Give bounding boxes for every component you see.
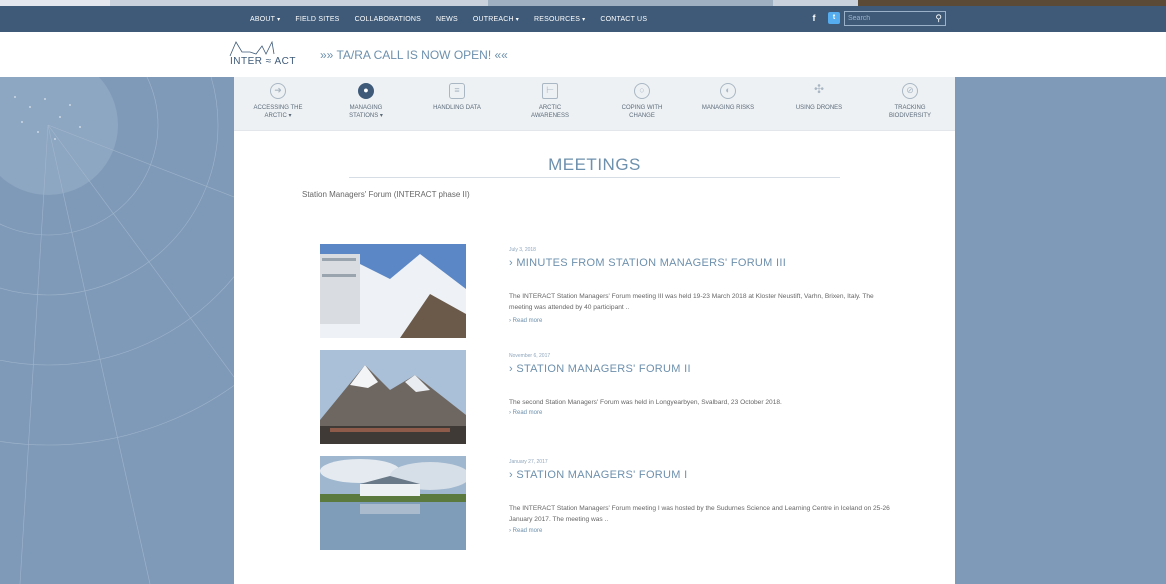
nav-item-field-sites[interactable]: FIELD SITES: [295, 16, 339, 23]
category-accessing-the-arctic[interactable]: ➜ ACCESSING THE ARCTIC ▾: [240, 83, 316, 120]
thermometer-icon: ○: [634, 83, 650, 99]
nav-item-about[interactable]: ABOUT ▾: [250, 16, 280, 23]
search-input[interactable]: [845, 12, 931, 25]
side-decoration-right: [955, 77, 1166, 584]
database-icon: ≡: [449, 83, 465, 99]
read-more-link[interactable]: › Read more: [509, 318, 542, 324]
category-handling-data[interactable]: ≡ HANDLING DATA: [419, 83, 495, 112]
category-label: MANAGING RISKS: [701, 105, 755, 111]
category-managing-stations[interactable]: ● MANAGING STATIONS ▾: [328, 83, 404, 120]
read-more-link[interactable]: › Read more: [509, 528, 542, 534]
signpost-icon: ⊢: [542, 83, 558, 99]
page-intro: Station Managers' Forum (INTERACT phase …: [302, 190, 470, 199]
nav-item-label: OUTREACH: [472, 15, 514, 23]
top-navigation: ABOUT ▾ FIELD SITES COLLABORATIONS NEWS O…: [0, 6, 1166, 32]
post-excerpt: The INTERACT Station Managers' Forum mee…: [509, 505, 890, 523]
nav-item-resources[interactable]: RESOURCES ▾: [534, 16, 585, 23]
category-label: MANAGING STATIONS ▾: [349, 105, 383, 119]
announcement-link[interactable]: »» TA/RA CALL IS NOW OPEN! ««: [320, 48, 508, 62]
post-date: January 27, 2017: [509, 459, 548, 465]
nav-menu: ABOUT ▾ FIELD SITES COLLABORATIONS NEWS O…: [250, 6, 647, 32]
twitter-icon[interactable]: t: [828, 12, 840, 24]
main-content: ➜ ACCESSING THE ARCTIC ▾ ● MANAGING STATIO…: [234, 77, 955, 584]
category-tracking-biodiversity[interactable]: ⊘ TRACKING BIODIVERSITY: [872, 83, 948, 120]
category-arctic-awareness[interactable]: ⊢ ARCTIC AWARENESS: [512, 83, 588, 120]
category-label: COPING WITH CHANGE: [621, 105, 663, 119]
facebook-icon[interactable]: f: [808, 12, 820, 24]
category-label: ARCTIC AWARENESS: [531, 105, 569, 119]
title-divider: [349, 177, 840, 178]
post-thumbnail[interactable]: [320, 350, 466, 444]
caret-down-icon: ▾: [582, 16, 586, 23]
post-date: November 6, 2017: [509, 353, 551, 359]
category-managing-risks[interactable]: ◐ MANAGING RISKS: [690, 83, 766, 112]
category-label: USING DRONES: [795, 105, 843, 111]
logo-text: INTER ≈ ACT: [230, 56, 296, 67]
post-title-link[interactable]: › STATION MANAGERS' FORUM II: [509, 363, 691, 375]
nav-item-outreach[interactable]: OUTREACH ▾: [473, 16, 519, 23]
arrow-circle-icon: ➜: [270, 83, 286, 99]
category-label: TRACKING BIODIVERSITY: [888, 105, 931, 119]
nav-item-label: ABOUT: [250, 15, 276, 23]
category-label: ACCESSING THE ARCTIC ▾: [253, 105, 303, 119]
search-box: ⚲: [844, 11, 946, 26]
site-header: INTER ≈ ACT »» TA/RA CALL IS NOW OPEN! «…: [0, 32, 1166, 77]
nav-item-label: RESOURCES: [533, 15, 581, 23]
read-more-link[interactable]: › Read more: [509, 410, 542, 416]
post-title-link[interactable]: › STATION MANAGERS' FORUM I: [509, 469, 687, 481]
category-coping-with-change[interactable]: ○ COPING WITH CHANGE: [604, 83, 680, 120]
post-excerpt: The INTERACT Station Managers' Forum mee…: [509, 293, 874, 311]
category-label: HANDLING DATA: [433, 105, 481, 111]
post-thumbnail[interactable]: [320, 244, 466, 338]
compass-icon: ⊘: [902, 83, 918, 99]
post-excerpt: The second Station Managers' Forum was h…: [509, 399, 782, 406]
category-using-drones[interactable]: ✣ USING DRONES: [781, 83, 857, 112]
side-decoration-left: [0, 77, 234, 584]
post-thumbnail[interactable]: [320, 456, 466, 550]
page-title: MEETINGS: [548, 155, 641, 174]
shield-icon: ◐: [720, 83, 736, 99]
category-bar: ➜ ACCESSING THE ARCTIC ▾ ● MANAGING STATIO…: [234, 77, 955, 131]
caret-down-icon: ▾: [515, 16, 519, 23]
speech-bubble-icon: ●: [358, 83, 374, 99]
nav-item-collaborations[interactable]: COLLABORATIONS: [355, 16, 421, 23]
post-title-link[interactable]: › MINUTES FROM STATION MANAGERS' FORUM I…: [509, 257, 786, 269]
globe-decoration: [0, 77, 234, 584]
nav-item-news[interactable]: NEWS: [436, 16, 458, 23]
drone-icon: ✣: [813, 82, 825, 96]
search-icon[interactable]: ⚲: [935, 13, 942, 24]
post-date: July 3, 2018: [509, 247, 536, 253]
caret-down-icon: ▾: [277, 16, 281, 23]
nav-item-contact-us[interactable]: CONTACT US: [600, 16, 647, 23]
